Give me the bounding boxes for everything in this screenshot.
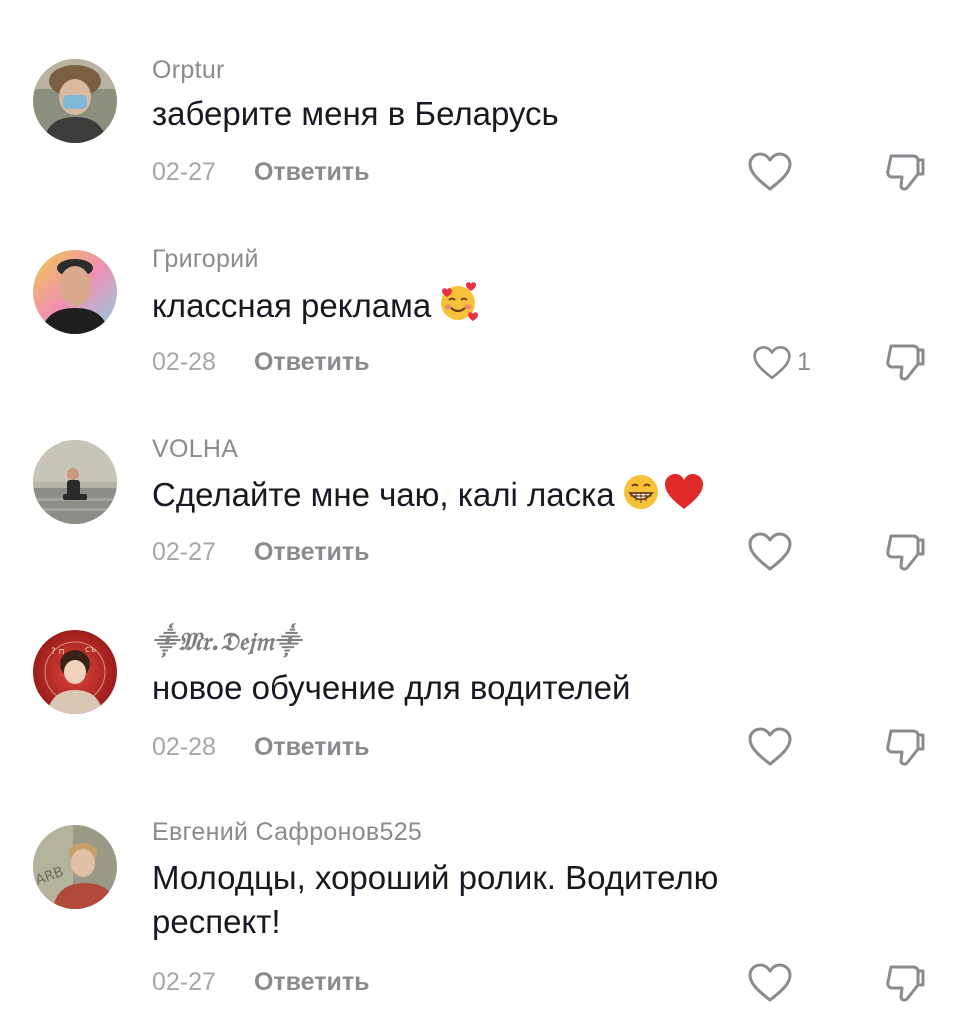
comment-username-text: 𝔐𝔯.𝔇𝔢𝔧𝔪 — [178, 627, 275, 656]
comment-date: 02-27 — [152, 158, 216, 186]
red-heart-icon — [664, 474, 703, 509]
comment-text: классная реклама — [152, 281, 852, 328]
avatar[interactable] — [33, 250, 117, 334]
comment-username[interactable]: Orptur — [152, 56, 225, 85]
reply-button[interactable]: Ответить — [254, 968, 370, 996]
avatar[interactable]: ARB — [33, 825, 117, 909]
heart-outline-icon[interactable] — [747, 532, 793, 572]
reply-button[interactable]: Ответить — [254, 733, 370, 761]
comment-text-content: новое обучение для водителей — [152, 669, 631, 706]
comment-username[interactable]: ⸎𝔐𝔯.𝔇𝔢𝔧𝔪⸎ — [152, 624, 301, 658]
like-count: 1 — [797, 348, 811, 376]
comment-date: 02-27 — [152, 538, 216, 566]
svg-text:? п: ? п — [51, 647, 65, 657]
comment-username[interactable]: Григорий — [152, 245, 259, 274]
thumbs-down-outline-icon[interactable] — [883, 725, 927, 769]
comment-text-content: классная реклама — [152, 287, 432, 324]
heart-outline-icon[interactable] — [747, 152, 793, 192]
decoration-right-icon: ⸎ — [274, 627, 301, 656]
comment-text: Молодцы, хороший ролик. Водителю респект… — [152, 856, 852, 944]
comment-date: 02-27 — [152, 968, 216, 996]
comment-username[interactable]: VOLHA — [152, 435, 238, 464]
comment-text: новое обучение для водителей — [152, 666, 852, 710]
comment-text-content: Сделайте мне чаю, калі ласка — [152, 476, 615, 513]
comment-text: заберите меня в Беларусь — [152, 92, 852, 136]
avatar[interactable] — [33, 440, 117, 524]
thumbs-down-outline-icon[interactable] — [883, 340, 927, 384]
thumbs-down-outline-icon[interactable] — [883, 530, 927, 574]
smiling-face-with-hearts-icon — [441, 282, 479, 321]
heart-outline-icon[interactable] — [752, 343, 792, 383]
reply-button[interactable]: Ответить — [254, 538, 370, 566]
decoration-left-icon: ⸎ — [152, 627, 179, 656]
comment-meta: 02-28 Ответить — [152, 348, 369, 377]
avatar[interactable]: ? п съ — [33, 630, 117, 714]
comment-username[interactable]: Евгений Сафронов525 — [152, 818, 422, 847]
heart-outline-icon[interactable] — [747, 727, 793, 767]
reply-button[interactable]: Ответить — [254, 348, 370, 376]
comment-meta: 02-27 Ответить — [152, 968, 369, 997]
comment-meta: 02-28 Ответить — [152, 733, 369, 762]
comment-text-content: Молодцы, хороший ролик. Водителю респект… — [152, 859, 719, 940]
comment-meta: 02-27 Ответить — [152, 158, 369, 187]
comment-date: 02-28 — [152, 348, 216, 376]
comment-meta: 02-27 Ответить — [152, 538, 369, 567]
thumbs-down-outline-icon[interactable] — [883, 150, 927, 194]
reply-button[interactable]: Ответить — [254, 158, 370, 186]
thumbs-down-outline-icon[interactable] — [883, 961, 927, 1005]
svg-text:съ: съ — [85, 645, 96, 655]
heart-outline-icon[interactable] — [747, 963, 793, 1003]
comment-text-content: заберите меня в Беларусь — [152, 95, 559, 132]
comment-text: Сделайте мне чаю, калі ласка — [152, 472, 852, 517]
comment-date: 02-28 — [152, 733, 216, 761]
avatar[interactable] — [33, 59, 117, 143]
grinning-face-icon — [623, 475, 658, 509]
